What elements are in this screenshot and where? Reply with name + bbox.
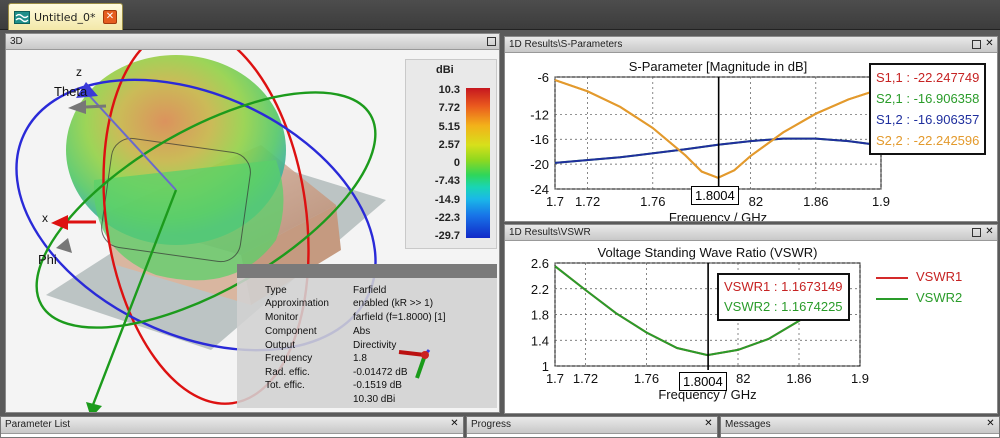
colorbar-unit: dBi <box>436 64 454 76</box>
colorbar-tick: -22.3 <box>434 212 460 224</box>
x-tick-label: 1.9 <box>851 371 869 386</box>
legend-swatch <box>876 298 908 300</box>
readout-s21: S2,1 : -16.906358 <box>876 91 980 106</box>
y-tick-label: -12 <box>530 107 549 122</box>
progress-title[interactable]: Progress ✕ <box>467 417 717 434</box>
colorbar-gradient <box>466 88 490 238</box>
parameter-list-title-text: Parameter List <box>5 419 71 430</box>
sparams-title: 1D Results\S-Parameters ✕ <box>505 37 997 53</box>
colorbar-tick: 2.57 <box>438 139 460 151</box>
document-icon <box>14 10 30 24</box>
maximize-icon[interactable] <box>972 228 981 237</box>
readout-s11: S1,1 : -22.247749 <box>876 70 980 85</box>
chart-title: S-Parameter [Magnitude in dB] <box>629 59 807 74</box>
colorbar-tick: -14.9 <box>434 194 460 206</box>
phi-label: Phi <box>38 252 57 267</box>
document-tabbar: Untitled_0* ✕ <box>0 0 1000 30</box>
theta-arrow-shaft <box>85 104 107 109</box>
close-icon[interactable]: ✕ <box>983 38 996 51</box>
farfield-info-box: Type Farfield Approximation enabled (kR >>… <box>237 264 497 408</box>
close-tab-icon[interactable]: ✕ <box>103 10 117 24</box>
y-tick-label: 2.2 <box>531 282 549 297</box>
progress-panel: Progress ✕ <box>466 416 718 438</box>
sparams-panel: 1D Results\S-Parameters ✕ S-Parameter [M… <box>504 36 998 222</box>
colorbar: dBi 10.3 7.72 5.15 2.57 0 -7.43 -14.9 -2… <box>405 59 497 249</box>
readout-vswr1: VSWR1 : 1.1673149 <box>724 279 843 294</box>
document-tab[interactable]: Untitled_0* ✕ <box>8 3 123 30</box>
colorbar-tick: 0 <box>453 157 460 169</box>
x-axis-label: Frequency / GHz <box>669 210 767 221</box>
colorbar-tick: -7.43 <box>434 175 460 187</box>
y-tick-label: -6 <box>537 70 549 85</box>
x-tick-label: 1.86 <box>786 371 811 386</box>
vswr-title: 1D Results\VSWR ✕ <box>505 225 997 241</box>
theta-label: Theta <box>54 84 88 99</box>
readout-s22: S2,2 : -22.242596 <box>876 133 980 148</box>
y-tick-label: 1.4 <box>531 333 549 348</box>
x-tick-label: 1.86 <box>803 194 828 209</box>
close-icon[interactable]: ✕ <box>983 226 996 239</box>
view3d-title-text: 3D <box>10 36 23 47</box>
colorbar-tick: -29.7 <box>434 230 460 242</box>
close-icon[interactable]: ✕ <box>984 418 997 431</box>
parameter-list-panel: Parameter List ✕ <box>0 416 464 438</box>
y-tick-label: -20 <box>530 157 549 172</box>
readout-s12: S1,2 : -16.906357 <box>876 112 980 127</box>
progress-title-text: Progress <box>471 419 512 430</box>
y-tick-label: 2.6 <box>531 256 549 271</box>
x-axis-label: x <box>42 211 48 225</box>
legend-swatch <box>876 277 908 279</box>
x-tick-label: 82 <box>749 194 763 209</box>
coordinate-gizmo <box>398 349 431 379</box>
colorbar-tick: 10.3 <box>438 84 460 96</box>
app-window: Untitled_0* ✕ 3D z Theta x Phi dBi 10.3 … <box>0 0 1000 438</box>
chart-title: Voltage Standing Wave Ratio (VSWR) <box>598 245 818 260</box>
messages-title-text: Messages <box>725 419 771 430</box>
messages-panel: Messages ✕ <box>720 416 1000 438</box>
readout-vswr2: VSWR2 : 1.1674225 <box>724 299 843 314</box>
vswr-marker-readout: VSWR1 : 1.1673149 VSWR2 : 1.1674225 <box>717 273 850 321</box>
sparams-marker-label[interactable]: 1.8004 <box>691 186 739 205</box>
view3d-title: 3D <box>6 34 499 50</box>
colorbar-tick: 7.72 <box>438 102 460 114</box>
x-tick-label: 1.76 <box>640 194 665 209</box>
vswr-panel: 1D Results\VSWR ✕ Voltage Standing Wave … <box>504 224 998 414</box>
messages-title[interactable]: Messages ✕ <box>721 417 999 434</box>
x-tick-label: 1.9 <box>872 194 890 209</box>
x-tick-label: 1.76 <box>634 371 659 386</box>
sparams-title-text: 1D Results\S-Parameters <box>509 39 623 50</box>
sparams-marker-readout: S1,1 : -22.247749 S2,1 : -16.906358 S1,2… <box>869 63 987 155</box>
vswr-chart[interactable]: Voltage Standing Wave Ratio (VSWR) 2.6 2.2… <box>505 241 997 413</box>
document-tab-title: Untitled_0* <box>34 10 96 24</box>
x-tick-label: 1.72 <box>575 194 600 209</box>
parameter-list-title[interactable]: Parameter List ✕ <box>1 417 463 434</box>
y-tick-label: 1.8 <box>531 308 549 323</box>
colorbar-tick: 5.15 <box>438 121 460 133</box>
x-tick-label: 82 <box>736 371 750 386</box>
maximize-icon[interactable] <box>487 37 496 46</box>
legend-label: VSWR2 <box>916 290 963 305</box>
z-axis-label: z <box>76 65 82 79</box>
vswr-marker-label[interactable]: 1.8004 <box>679 372 727 391</box>
x-tick-label: 1.7 <box>546 371 564 386</box>
x-tick-label: 1.72 <box>573 371 598 386</box>
vswr-title-text: 1D Results\VSWR <box>509 227 591 238</box>
maximize-icon[interactable] <box>972 40 981 49</box>
close-icon[interactable]: ✕ <box>702 418 715 431</box>
legend-label: VSWR1 <box>916 269 963 284</box>
x-tick-label: 1.7 <box>546 194 564 209</box>
close-icon[interactable]: ✕ <box>448 418 461 431</box>
y-tick-label: -16 <box>530 132 549 147</box>
